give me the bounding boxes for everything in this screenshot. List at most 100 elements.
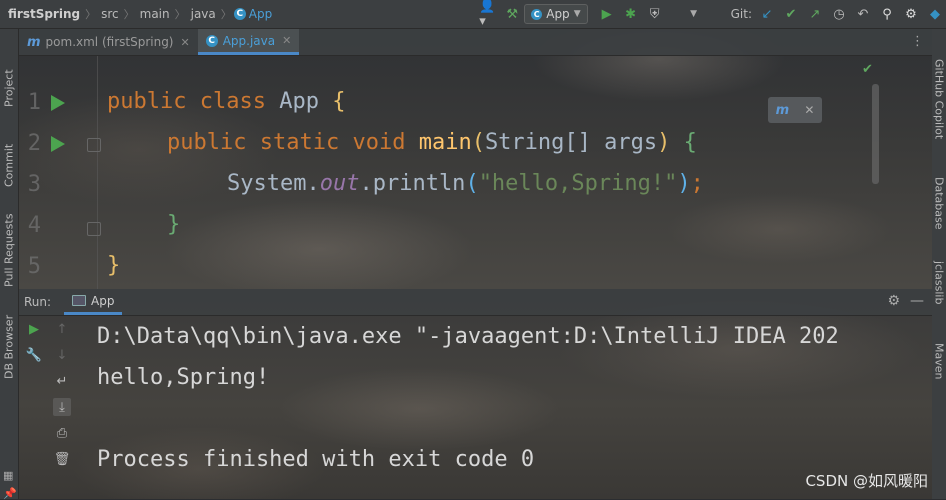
pin-icon[interactable]: 📌 <box>3 487 17 500</box>
fold-marker-icon[interactable] <box>87 222 101 236</box>
method-name: main <box>418 130 472 155</box>
tool-tab-maven[interactable]: Maven <box>932 343 946 403</box>
history-clock-icon[interactable]: ◷ <box>830 5 848 23</box>
scroll-to-end-icon[interactable]: ⤓ <box>53 398 71 416</box>
rerun-icon[interactable]: ▶ <box>25 320 43 338</box>
system-ref: System. <box>227 171 320 196</box>
tool-tab-project[interactable]: Project <box>0 37 18 107</box>
breadcrumb-separator: 〉 <box>123 8 135 21</box>
editor-scrollbar[interactable] <box>872 84 879 184</box>
line-number: 5 <box>27 254 41 279</box>
brace: { <box>332 89 346 114</box>
code-line-1: public class App { <box>107 89 345 114</box>
more-run-dropdown-icon[interactable]: ▼ <box>685 5 703 23</box>
plugin-update-icon[interactable]: ◆ <box>926 5 944 23</box>
println-call: .println <box>359 171 466 196</box>
clear-trash-icon[interactable]: 🗑 <box>53 450 71 468</box>
tool-tab-commit[interactable]: Commit <box>0 113 18 187</box>
tool-tab-github-copilot-label: GitHub Copilot <box>932 59 946 140</box>
layout-grid-icon[interactable]: ▦ <box>3 469 15 482</box>
paren: ) <box>677 171 691 196</box>
keyword: class <box>199 89 266 114</box>
keyword: static <box>259 130 340 155</box>
run-label: Run: <box>24 295 52 309</box>
tool-tab-database[interactable]: Database <box>932 177 946 253</box>
close-icon[interactable]: ✕ <box>282 34 291 47</box>
close-icon[interactable]: ✕ <box>804 103 814 117</box>
wrench-icon[interactable]: 🔧 <box>25 346 43 364</box>
rollback-icon[interactable]: ↶ <box>854 5 872 23</box>
watermark: CSDN @如风暖阳 <box>805 472 928 490</box>
brace: } <box>107 253 121 278</box>
breadcrumb-separator: 〉 <box>85 8 97 21</box>
main-toolbar: firstSpring 〉 src 〉 main 〉 java 〉 C App … <box>0 0 946 29</box>
tool-tab-jclasslib-label: jclasslib <box>932 261 946 305</box>
coverage-shield-icon[interactable]: ⛨ <box>646 5 664 23</box>
breadcrumb-app[interactable]: App <box>246 7 275 21</box>
editor-gutter: 1 2 3 4 5 6 <box>19 56 101 289</box>
run-class-gutter-icon[interactable] <box>51 95 65 111</box>
tool-tab-pull-requests[interactable]: Pull Requests <box>0 191 18 287</box>
brace: { <box>683 130 697 155</box>
git-commit-check-icon[interactable]: ✔ <box>782 5 800 23</box>
scroll-down-icon[interactable]: ↓ <box>53 346 71 364</box>
build-hammer-icon[interactable]: ⚒ <box>503 5 521 23</box>
breadcrumb-project[interactable]: firstSpring <box>0 7 83 21</box>
editor-area: m pom.xml (firstSpring) ✕ C App.java ✕ ⋮… <box>19 29 932 289</box>
tab-app-java-label: App.java <box>222 33 276 48</box>
minimize-icon[interactable]: — <box>910 293 924 309</box>
chevron-down-icon: ▼ <box>573 9 581 19</box>
run-icon[interactable]: ▶ <box>598 5 616 23</box>
tool-tab-db-browser[interactable]: DB Browser <box>0 295 18 379</box>
run-main-gutter-icon[interactable] <box>51 136 65 152</box>
breadcrumb-java[interactable]: java <box>188 7 219 21</box>
close-icon[interactable]: ✕ <box>181 36 190 49</box>
fold-marker-icon[interactable] <box>87 138 101 152</box>
user-icon[interactable]: 👤▾ <box>479 0 497 29</box>
no-problems-check-icon[interactable]: ✔ <box>862 62 873 77</box>
out-field: out <box>319 171 360 196</box>
tool-tab-jclasslib[interactable]: jclasslib <box>932 261 946 335</box>
code-line-4: } <box>167 212 180 237</box>
soft-wrap-icon[interactable]: ↵ <box>53 372 71 390</box>
tab-overflow-menu-icon[interactable]: ⋮ <box>911 34 924 49</box>
keyword: public <box>167 130 247 155</box>
class-icon: C <box>205 34 218 47</box>
line-number: 3 <box>27 172 41 197</box>
debug-bug-icon[interactable]: ✱ <box>622 5 640 23</box>
keyword: public <box>107 89 187 114</box>
tool-tab-commit-label: Commit <box>2 143 16 187</box>
string-literal: "hello,Spring!" <box>478 171 678 196</box>
breadcrumb-src[interactable]: src <box>98 7 122 21</box>
maven-reload-popup: m ✕ <box>768 97 822 123</box>
left-tool-strip: Project Commit Pull Requests DB Browser … <box>0 29 19 500</box>
parameters: String[] args <box>484 130 658 155</box>
paren: ) <box>657 130 671 155</box>
settings-gear-icon[interactable]: ⚙ <box>887 293 900 309</box>
print-icon[interactable]: ⎙ <box>53 424 71 442</box>
tool-tab-pull-requests-label: Pull Requests <box>2 213 16 287</box>
line-number: 1 <box>27 90 41 115</box>
git-push-icon[interactable]: ↗ <box>806 5 824 23</box>
breadcrumb-main[interactable]: main <box>137 7 173 21</box>
maven-reload-icon[interactable]: m <box>776 103 790 118</box>
scroll-up-icon[interactable]: ↑ <box>53 320 71 338</box>
tab-pom-xml-label: pom.xml (firstSpring) <box>45 35 174 49</box>
search-icon[interactable]: ⚲ <box>878 5 896 23</box>
run-config-select[interactable]: C App ▼ <box>524 4 588 24</box>
semicolon: ; <box>690 171 704 196</box>
tab-app-java[interactable]: C App.java ✕ <box>197 29 300 55</box>
git-update-icon[interactable]: ↙ <box>758 5 776 23</box>
settings-gear-icon[interactable]: ⚙ <box>902 5 920 23</box>
tab-pom-xml[interactable]: m pom.xml (firstSpring) ✕ <box>19 29 198 55</box>
run-actions: ⚙ — <box>887 293 924 309</box>
line-number: 2 <box>27 131 41 156</box>
tool-tab-github-copilot[interactable]: GitHub Copilot <box>932 59 946 169</box>
run-header: Run: App ⚙ — <box>19 289 932 316</box>
paren: ( <box>471 130 485 155</box>
run-tab-app[interactable]: App <box>64 289 123 315</box>
code-editor[interactable]: public class App { public static void ma… <box>107 56 932 289</box>
editor-tab-bar: m pom.xml (firstSpring) ✕ C App.java ✕ ⋮ <box>19 29 932 56</box>
tool-tab-maven-label: Maven <box>932 343 946 380</box>
code-line-3: System.out.println("hello,Spring!"); <box>227 171 704 196</box>
